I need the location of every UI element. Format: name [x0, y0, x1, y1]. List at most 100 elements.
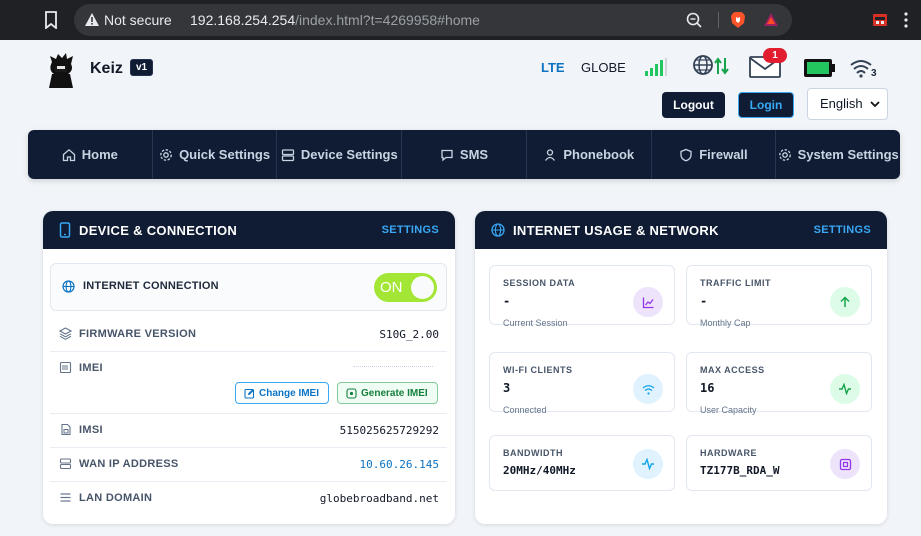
logout-button[interactable]: Logout — [662, 92, 725, 118]
nav-phonebook[interactable]: Phonebook — [527, 130, 652, 179]
imsi-row: IMSI 515025625729292 — [59, 421, 439, 441]
home-icon — [62, 148, 75, 161]
pulse-icon — [633, 449, 663, 479]
device-connection-card: DEVICE & CONNECTION SETTINGS INTERNET CO… — [43, 211, 455, 524]
globe-icon — [62, 280, 75, 293]
change-imei-label: Change IMEI — [259, 387, 320, 399]
traffic-limit-tile: TRAFFIC LIMIT - Monthly Cap — [686, 265, 872, 328]
nav-device-settings[interactable]: Device Settings — [277, 130, 403, 179]
url-path: /index.html?t=4269958#home — [295, 12, 480, 28]
url-text[interactable]: 192.168.254.254/index.html?t=4269958#hom… — [190, 12, 480, 28]
tile-title: SESSION DATA — [503, 278, 576, 288]
firmware-value: S10G_2.00 — [379, 328, 439, 341]
language-selected: English — [820, 96, 863, 111]
phone-icon — [59, 222, 71, 238]
internet-connection-row: INTERNET CONNECTION ON — [50, 263, 447, 311]
card-title: INTERNET USAGE & NETWORK — [513, 222, 719, 238]
firmware-row: FIRMWARE VERSION S10G_2.00 — [59, 325, 439, 345]
wifi-icon — [850, 60, 872, 78]
security-label[interactable]: Not secure — [104, 12, 172, 28]
card-header: DEVICE & CONNECTION SETTINGS — [43, 211, 455, 249]
toggle-knob — [411, 276, 434, 299]
divider — [50, 481, 447, 482]
login-button[interactable]: Login — [738, 92, 794, 118]
user-icon — [545, 148, 556, 161]
address-bar-divider — [718, 12, 719, 28]
tile-value: 16 — [700, 381, 715, 395]
divider — [50, 413, 447, 414]
browser-toolbar: Not secure 192.168.254.254/index.html?t=… — [0, 0, 921, 40]
wifi-icon — [633, 374, 663, 404]
tile-subtitle: User Capacity — [700, 405, 757, 415]
nav-system-settings[interactable]: System Settings — [776, 130, 900, 179]
firmware-label: FIRMWARE VERSION — [79, 328, 197, 340]
generate-imei-label: Generate IMEI — [361, 387, 428, 399]
shield-icon — [680, 148, 692, 161]
url-host: 192.168.254.254 — [190, 12, 296, 28]
language-select[interactable]: English — [807, 88, 888, 120]
username: Keiz — [90, 60, 123, 77]
gear-icon — [160, 148, 172, 161]
usage-settings-link[interactable]: SETTINGS — [814, 224, 871, 236]
extension-icon[interactable] — [872, 12, 888, 28]
tile-subtitle: Connected — [503, 405, 547, 415]
rewards-icon[interactable] — [762, 11, 780, 29]
chart-icon — [633, 287, 663, 317]
generate-icon — [346, 387, 357, 399]
server-icon — [281, 148, 295, 161]
nav-firewall[interactable]: Firewall — [652, 130, 777, 179]
nav-label: Phonebook — [563, 147, 635, 162]
imei-label: IMEI — [79, 362, 103, 374]
wifi-client-count: 3 — [871, 68, 877, 79]
network-type: LTE — [541, 60, 565, 75]
nav-label: Quick Settings — [179, 147, 271, 162]
address-bar[interactable]: Not secure 192.168.254.254/index.html?t=… — [74, 4, 792, 36]
divider — [50, 447, 447, 448]
tile-title: HARDWARE — [700, 448, 757, 458]
tile-subtitle: Monthly Cap — [700, 318, 751, 328]
tile-value: TZ177B_RDA_W — [700, 464, 780, 477]
main-nav: Home Quick Settings Device Settings SMS … — [28, 130, 900, 179]
bookmark-icon[interactable] — [44, 11, 58, 29]
imsi-value: 515025625729292 — [339, 424, 439, 437]
arrow-up-icon — [830, 287, 860, 317]
nav-label: Device Settings — [300, 147, 398, 162]
change-imei-button[interactable]: Change IMEI — [235, 382, 329, 404]
tile-title: BANDWIDTH — [503, 448, 563, 458]
nav-label: Firewall — [699, 147, 748, 162]
chevron-down-icon — [870, 101, 880, 108]
battery-icon — [804, 59, 835, 77]
version-badge: v1 — [130, 59, 154, 76]
wan-ip-value: 10.60.26.145 — [359, 458, 439, 471]
server-icon — [59, 458, 72, 470]
nav-sms[interactable]: SMS — [402, 130, 527, 179]
divider — [50, 351, 447, 352]
activity-icon — [830, 374, 860, 404]
carrier-name: GLOBE — [581, 60, 626, 75]
sim-icon — [61, 423, 71, 436]
wan-ip-row: WAN IP ADDRESS 10.60.26.145 — [59, 455, 439, 475]
nav-label: SMS — [459, 147, 489, 162]
zoom-icon[interactable] — [686, 12, 704, 28]
bandwidth-tile: BANDWIDTH 20MHz/40MHz — [489, 435, 675, 491]
nav-label: System Settings — [797, 147, 899, 162]
generate-imei-button[interactable]: Generate IMEI — [337, 382, 438, 404]
nav-home[interactable]: Home — [28, 130, 153, 179]
avatar — [49, 53, 73, 88]
nav-quick-settings[interactable]: Quick Settings — [153, 130, 278, 179]
tile-subtitle: Current Session — [503, 318, 568, 328]
session-data-tile: SESSION DATA - Current Session — [489, 265, 675, 328]
imsi-label: IMSI — [79, 424, 103, 436]
device-settings-link[interactable]: SETTINGS — [382, 224, 439, 236]
tile-value: 3 — [503, 381, 511, 395]
warning-icon[interactable] — [84, 12, 100, 27]
tile-title: WI-FI CLIENTS — [503, 365, 573, 375]
chip-icon — [830, 449, 860, 479]
brave-shield-icon[interactable] — [730, 11, 746, 29]
browser-menu-icon[interactable] — [904, 12, 908, 28]
hardware-tile: HARDWARE TZ177B_RDA_W — [686, 435, 872, 491]
gear-icon — [778, 148, 791, 161]
globe-data-icon — [693, 55, 729, 75]
internet-connection-toggle[interactable]: ON — [374, 273, 437, 302]
chat-icon — [441, 149, 453, 161]
